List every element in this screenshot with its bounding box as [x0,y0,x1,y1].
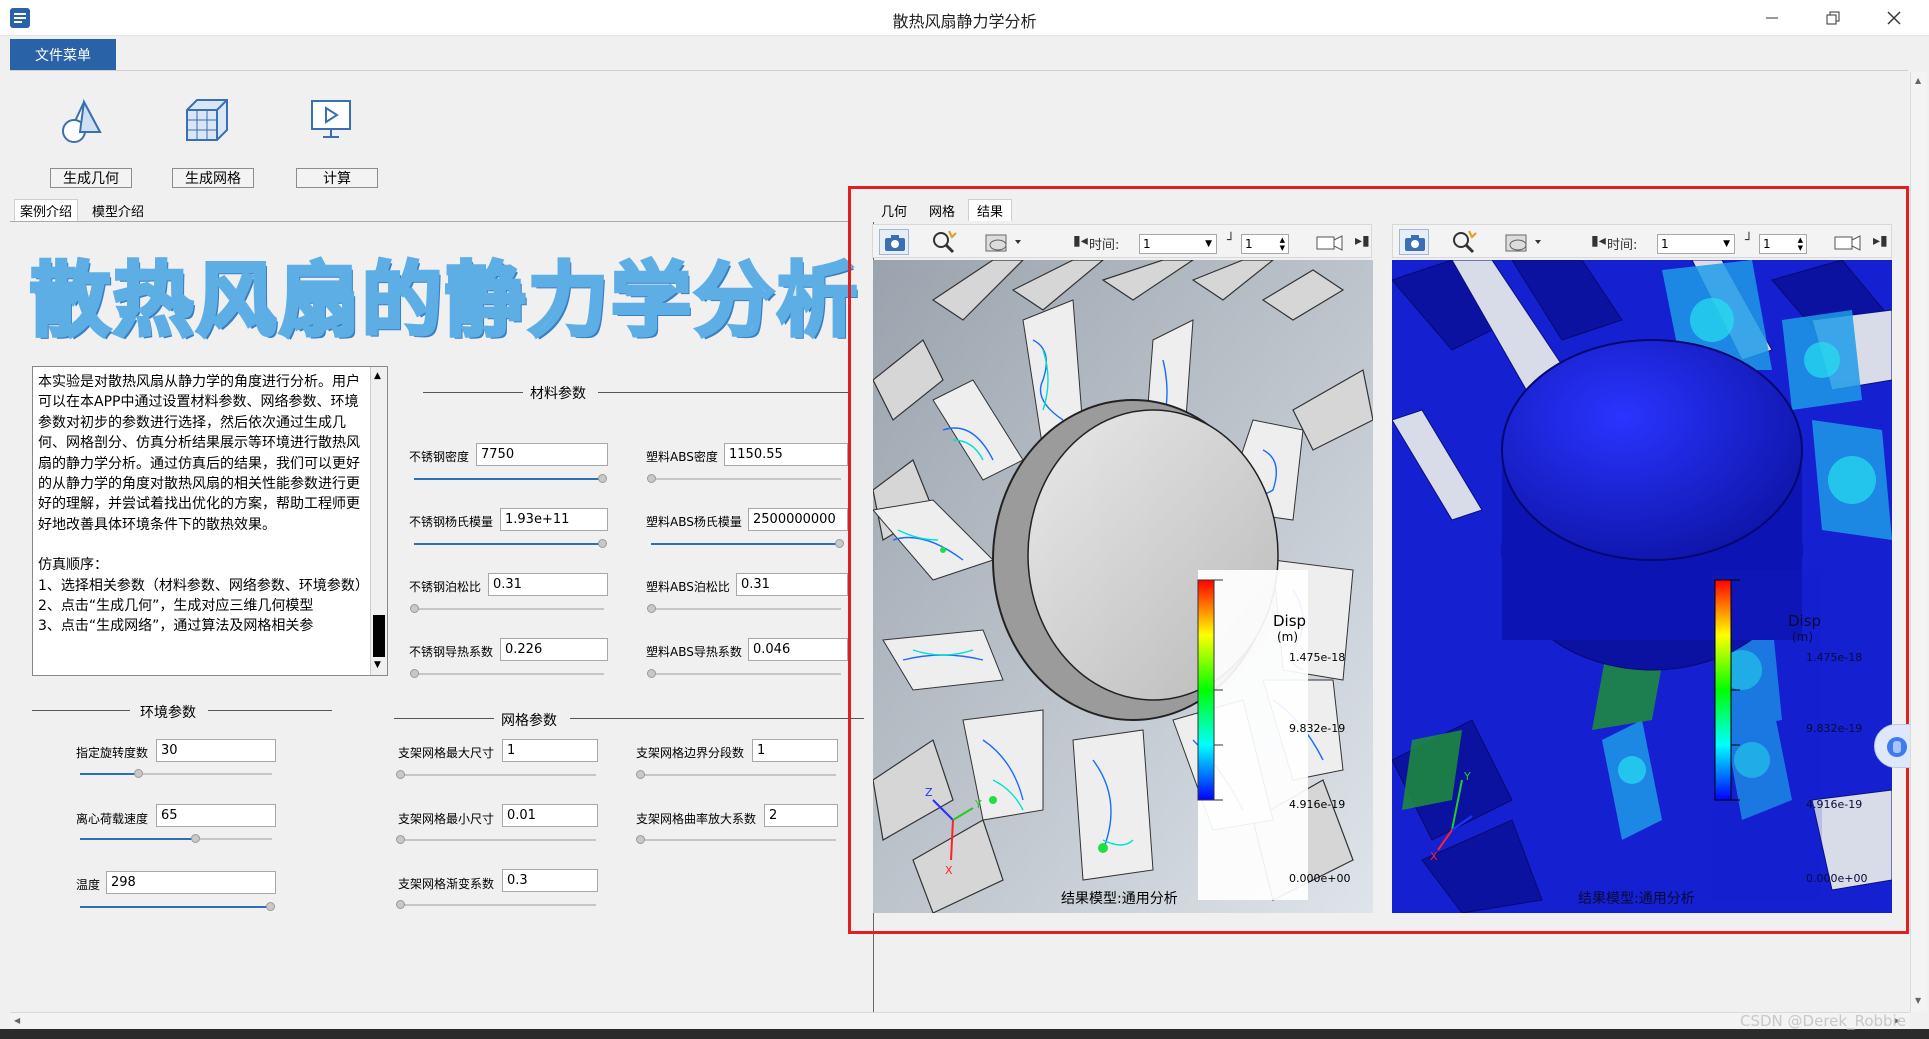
mesh-grad-input[interactable]: 0.3 [502,869,598,892]
steel-poisson-label: 不锈钢泊松比 [409,580,482,594]
steel-density-label: 不锈钢密度 [409,450,470,464]
mesh-edge-slider[interactable] [636,770,836,779]
steel-young-label: 不锈钢杨氏模量 [409,515,494,529]
steel-density-input[interactable]: 7750 [476,443,608,466]
abs-density-input[interactable]: 1150.55 [724,443,848,466]
steel-young-slider[interactable] [414,539,608,548]
steel-poisson-input[interactable]: 0.31 [488,573,608,596]
scroll-thumb[interactable] [373,615,385,657]
temperature-label: 温度 [76,878,101,892]
centrifugal-load-slider[interactable] [80,834,272,843]
horizontal-scrollbar[interactable]: ◀ ▶ [10,1012,1910,1029]
compute-button[interactable]: 计算 [296,168,378,188]
vertical-scrollbar[interactable]: ▲ ▼ [1910,72,1927,1012]
rotation-degree-input[interactable]: 30 [156,739,276,762]
mesh-min-slider[interactable] [396,835,596,844]
material-rule-right [598,392,848,393]
steel-thermal-label: 不锈钢导热系数 [409,645,494,659]
centrifugal-load-label: 离心荷载速度 [76,812,149,826]
abs-thermal-label: 塑料ABS导热系数 [646,645,742,659]
steel-density-slider[interactable] [414,474,608,483]
steel-thermal-slider[interactable] [410,669,604,678]
abs-young-label: 塑料ABS杨氏模量 [646,515,742,529]
highlight-frame [848,186,1909,934]
scroll-left-icon[interactable]: ◀ [14,1016,20,1025]
tab-model-intro[interactable]: 模型介绍 [86,199,150,221]
mesh-curv-input[interactable]: 2 [764,804,838,827]
environment-rule-left [32,710,130,711]
mesh-curv-label: 支架网格曲率放大系数 [636,812,757,826]
order-step-2: 2、点击“生成几何”，生成对应三维几何模型 [38,598,314,615]
left-panel-divider [10,221,850,222]
environment-section-title: 环境参数 [140,705,196,721]
material-section-title: 材料参数 [530,386,586,402]
monitor-play-icon[interactable] [309,98,353,142]
mesh-grad-slider[interactable] [396,900,596,909]
order-step-3: 3、点击“生成网络”，通过算法及网格相关参 [38,618,314,635]
scroll-up-icon[interactable]: ▲ [374,371,381,381]
mesh-rule-right [570,718,864,719]
centrifugal-load-input[interactable]: 65 [156,804,276,827]
mesh-edge-label: 支架网格边界分段数 [636,746,745,760]
description-paragraph: 本实验是对散热风扇从静力学的角度进行分析。用户可以在本APP中通过设置材料参数、… [38,374,360,533]
mesh-curv-slider[interactable] [636,835,836,844]
watermark: CSDN @Derek_Robbie [1740,1012,1906,1030]
material-rule-left [423,392,523,393]
description-text: 本实验是对散热风扇从静力学的角度进行分析。用户可以在本APP中通过设置材料参数、… [38,372,369,637]
geometry-icon[interactable] [58,98,102,144]
generate-mesh-button[interactable]: 生成网格 [172,168,254,188]
taskbar-strip [0,1029,1929,1039]
window-title: 散热风扇静力学分析 [892,12,1037,31]
rotation-degree-slider[interactable] [80,769,272,778]
banner-title: 散热风扇的静力学分析 [28,252,860,349]
mesh-min-input[interactable]: 0.01 [502,804,598,827]
mesh-edge-input[interactable]: 1 [752,739,838,762]
abs-poisson-slider[interactable] [647,604,841,613]
abs-poisson-input[interactable]: 0.31 [736,573,848,596]
scroll-down-icon[interactable]: ▼ [1915,996,1921,1005]
menu-divider [10,70,1908,71]
temperature-slider[interactable] [80,902,276,911]
mesh-max-label: 支架网格最大尺寸 [398,746,495,760]
steel-poisson-slider[interactable] [410,604,604,613]
description-box[interactable]: 本实验是对散热风扇从静力学的角度进行分析。用户可以在本APP中通过设置材料参数、… [32,366,388,676]
mesh-max-input[interactable]: 1 [502,739,598,762]
mesh-cube-icon[interactable] [183,96,231,146]
scroll-up-icon[interactable]: ▲ [1915,76,1921,85]
title-bar: 散热风扇静力学分析 [0,0,1929,36]
abs-density-slider[interactable] [647,474,841,483]
abs-thermal-slider[interactable] [647,669,841,678]
environment-rule-right [208,710,332,711]
generate-geometry-button[interactable]: 生成几何 [50,168,132,188]
abs-young-input[interactable]: 2500000000 [748,508,848,531]
abs-density-label: 塑料ABS密度 [646,450,718,464]
order-title: 仿真顺序： [38,557,108,574]
abs-poisson-label: 塑料ABS泊松比 [646,580,730,594]
abs-young-slider[interactable] [651,539,845,548]
abs-thermal-input[interactable]: 0.046 [748,638,848,661]
mesh-grad-label: 支架网格渐变系数 [398,877,495,891]
minimize-icon[interactable] [1749,4,1795,32]
tab-case-intro[interactable]: 案例介绍 [14,199,78,221]
description-scrollbar[interactable]: ▲ ▼ [370,367,387,675]
order-step-1: 1、选择相关参数（材料参数、网络参数、环境参数） [38,577,369,594]
scroll-down-icon[interactable]: ▼ [374,660,381,670]
restore-icon[interactable] [1810,4,1856,32]
file-menu-button[interactable]: 文件菜单 [10,39,116,70]
close-icon[interactable] [1871,4,1917,32]
mesh-max-slider[interactable] [396,770,596,779]
rotation-degree-label: 指定旋转度数 [76,746,149,760]
mesh-section-title: 网格参数 [501,713,557,729]
steel-young-input[interactable]: 1.93e+11 [500,508,608,531]
temperature-input[interactable]: 298 [106,871,276,894]
mesh-rule-left [394,718,494,719]
steel-thermal-input[interactable]: 0.226 [500,638,608,661]
mesh-min-label: 支架网格最小尺寸 [398,812,495,826]
